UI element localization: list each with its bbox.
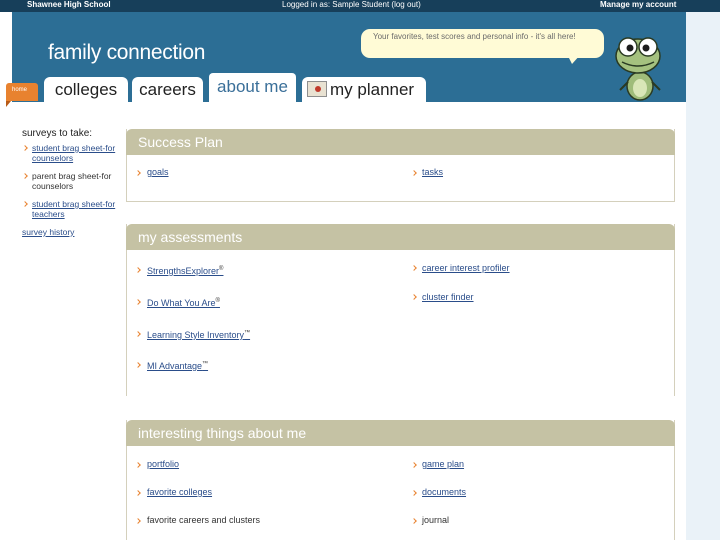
trademark-mark: ™ <box>244 330 251 336</box>
chevron-right-icon <box>135 462 141 468</box>
do-what-you-are-link[interactable]: Do What You Are® <box>147 298 220 308</box>
chevron-right-icon <box>411 294 417 300</box>
survey-label[interactable]: student brag sheet-for <box>32 143 115 153</box>
tab-colleges-label: colleges <box>54 80 118 99</box>
survey-label[interactable]: parent brag sheet-for <box>32 171 111 181</box>
chevron-right-icon <box>135 299 141 305</box>
learning-style-inventory-link[interactable]: Learning Style Inventory™ <box>147 330 250 340</box>
right-side-strip <box>686 12 720 540</box>
career-interest-profiler-link[interactable]: career interest profiler <box>422 263 510 273</box>
favorite-careers-clusters-link[interactable]: favorite careers and clusters <box>147 515 260 525</box>
chevron-right-icon <box>135 267 141 273</box>
mi-advantage-link[interactable]: MI Advantage™ <box>147 361 208 371</box>
survey-label[interactable]: teachers <box>32 209 65 219</box>
documents-link[interactable]: documents <box>422 487 466 497</box>
school-name: Shawnee High School <box>27 0 111 9</box>
link-text[interactable]: MI Advantage <box>147 361 202 371</box>
chevron-right-icon <box>135 331 141 337</box>
chevron-right-icon <box>135 518 141 524</box>
assessments-panel: my assessments StrengthsExplorer® Do Wha… <box>126 224 675 396</box>
link-text[interactable]: Do What You Are <box>147 298 216 308</box>
link-text[interactable]: StrengthsExplorer <box>147 266 219 276</box>
favorite-colleges-link[interactable]: favorite colleges <box>147 487 212 497</box>
survey-student-brag-counselors[interactable]: student brag sheet-for counselors <box>22 143 122 163</box>
manage-account-link[interactable]: Manage my account <box>600 0 676 9</box>
chevron-right-icon <box>411 462 417 468</box>
survey-label[interactable]: counselors <box>32 153 73 163</box>
interesting-things-panel: interesting things about me portfolio fa… <box>126 420 675 540</box>
tab-my-planner-label: my planner <box>330 80 415 99</box>
mascot-icon <box>615 37 661 101</box>
chevron-right-icon <box>135 170 141 176</box>
success-plan-title: Success Plan <box>126 129 675 155</box>
survey-label[interactable]: counselors <box>32 181 73 191</box>
survey-label[interactable]: student brag sheet-for <box>32 199 115 209</box>
surveys-sidebar: surveys to take: student brag sheet-for … <box>22 128 122 237</box>
tab-colleges[interactable]: colleges <box>44 77 128 102</box>
top-bar: Shawnee High School Logged in as: Sample… <box>0 0 720 12</box>
cluster-finder-link[interactable]: cluster finder <box>422 292 474 302</box>
registered-mark: ® <box>219 266 224 272</box>
portfolio-link[interactable]: portfolio <box>147 459 179 469</box>
chevron-right-icon <box>135 490 141 496</box>
survey-parent-brag-counselors[interactable]: parent brag sheet-for counselors <box>22 171 122 191</box>
home-tab[interactable]: home <box>6 83 38 101</box>
tab-careers[interactable]: careers <box>132 77 203 102</box>
strengths-explorer-link[interactable]: StrengthsExplorer® <box>147 266 223 276</box>
trademark-mark: ™ <box>202 361 209 367</box>
chevron-right-icon <box>411 518 417 524</box>
speech-bubble-tail <box>567 54 581 64</box>
chevron-right-icon <box>411 170 417 176</box>
game-plan-link[interactable]: game plan <box>422 459 464 469</box>
tasks-link[interactable]: tasks <box>422 167 443 177</box>
survey-history-link[interactable]: survey history <box>22 227 122 237</box>
tab-about-me-label: about me <box>217 77 288 96</box>
survey-student-brag-teachers[interactable]: student brag sheet-for teachers <box>22 199 122 219</box>
planner-icon <box>307 81 327 97</box>
tab-about-me[interactable]: about me <box>207 71 298 102</box>
assessments-title: my assessments <box>126 224 675 250</box>
brand-title: family connection <box>48 41 206 64</box>
tab-careers-label: careers <box>139 80 196 99</box>
link-text[interactable]: Learning Style Inventory <box>147 330 244 340</box>
chevron-right-icon <box>411 490 417 496</box>
registered-mark: ® <box>215 298 220 304</box>
success-plan-panel: Success Plan goals tasks <box>126 129 675 202</box>
chevron-right-icon <box>411 265 417 271</box>
surveys-title: surveys to take: <box>22 128 93 139</box>
chevron-right-icon <box>135 362 141 368</box>
interesting-things-title: interesting things about me <box>126 420 675 446</box>
tab-my-planner[interactable]: my planner <box>302 77 426 102</box>
journal-link[interactable]: journal <box>422 515 449 525</box>
goals-link[interactable]: goals <box>147 167 169 177</box>
login-status[interactable]: Logged in as: Sample Student (log out) <box>282 0 421 9</box>
home-tab-fold <box>6 101 11 107</box>
